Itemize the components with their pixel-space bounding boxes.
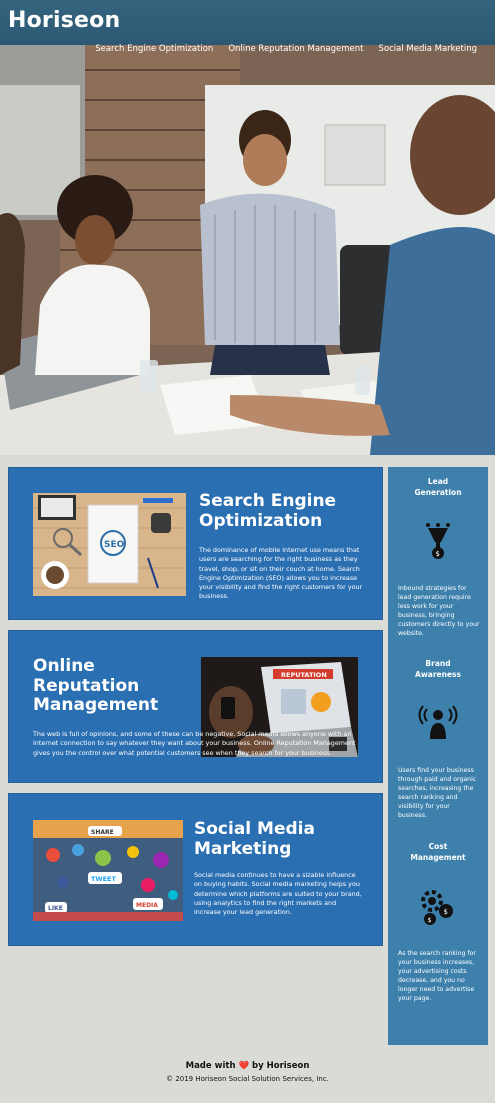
site-logo[interactable]: Horiseon: [8, 8, 120, 33]
benefits-sidebar: Lead Generation $ Inbound strategies for…: [388, 467, 488, 1045]
lead-generation-icon: $: [418, 522, 458, 562]
svg-text:$: $: [444, 908, 448, 916]
svg-text:$: $: [428, 916, 432, 924]
section-seo: SEO Search Engine Optimization The domin…: [8, 467, 383, 620]
smm-image-label-media: MEDIA: [136, 902, 158, 909]
cost-management-icon: $ $: [418, 887, 458, 927]
section-orm: Online Reputation Management REPUTATION …: [8, 630, 383, 783]
lead-generation-title: Lead Generation: [414, 477, 462, 497]
smm-image-label-tweet: TWEET: [91, 875, 116, 883]
smm-social-illustration: SHARE TWEET MEDIA LIKE: [33, 820, 183, 921]
brand-awareness-icon: [418, 703, 458, 743]
nav-link-orm[interactable]: Online Reputation Management: [228, 44, 363, 54]
seo-image-label: SEO: [104, 540, 125, 550]
site-footer: Made with ❤️ by Horiseon © 2019 Horiseon…: [0, 1061, 495, 1083]
section-smm: SHARE TWEET MEDIA LIKE Social Media Mark…: [8, 793, 383, 946]
footer-made-prefix: Made with: [185, 1061, 236, 1071]
orm-image-label: REPUTATION: [281, 671, 327, 679]
hero-image: [0, 45, 495, 455]
smm-image: SHARE TWEET MEDIA LIKE: [33, 820, 183, 921]
footer-made-with: Made with ❤️ by Horiseon: [0, 1061, 495, 1071]
seo-image: SEO: [33, 493, 186, 596]
smm-text: Social media continues to have a sizable…: [194, 871, 362, 917]
seo-text: The dominance of mobile internet use mea…: [199, 546, 363, 601]
seo-title: Search Engine Optimization: [199, 491, 337, 531]
hero-office-meeting-illustration: [0, 45, 495, 455]
footer-copyright: © 2019 Horiseon Social Solution Services…: [166, 1075, 329, 1083]
site-header: Horiseon: [0, 0, 495, 45]
seo-desk-illustration: SEO: [33, 493, 186, 596]
orm-title: Online Reputation Management: [33, 656, 159, 716]
nav-link-smm[interactable]: Social Media Marketing: [379, 44, 478, 54]
nav-link-seo[interactable]: Search Engine Optimization: [95, 44, 213, 54]
cost-management-title: Cost Management: [410, 842, 466, 862]
orm-text: The web is full of opinions, and some of…: [33, 730, 356, 757]
smm-title: Social Media Marketing: [194, 819, 315, 859]
footer-made-suffix: by Horiseon: [252, 1061, 310, 1071]
smm-image-label-share: SHARE: [91, 829, 114, 836]
brand-awareness-text: Users find your business through paid an…: [398, 767, 477, 819]
main-nav: Search Engine Optimization Online Reputa…: [95, 44, 477, 54]
lead-generation-text: Inbound strategies for lead generation r…: [398, 585, 480, 637]
brand-awareness-title: Brand Awareness: [415, 659, 461, 679]
svg-text:$: $: [436, 550, 440, 558]
cost-management-text: As the search ranking for your business …: [398, 950, 476, 1002]
smm-image-label-like: LIKE: [48, 905, 63, 912]
heart-icon: ❤️: [238, 1061, 250, 1071]
